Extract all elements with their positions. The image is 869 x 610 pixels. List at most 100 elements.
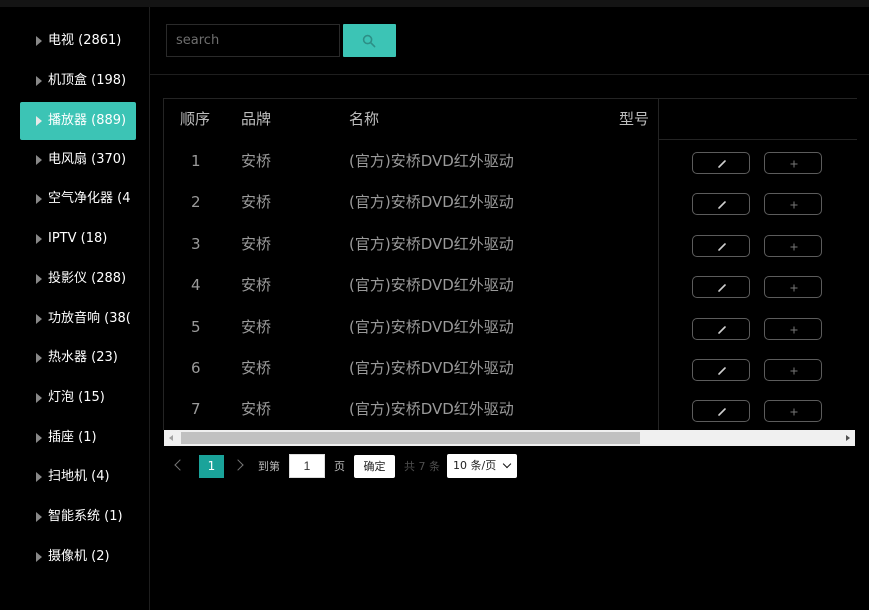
cell-name: (官方)安桥DVD红外驱动 [349, 234, 514, 253]
scrollbar-thumb[interactable] [181, 432, 640, 444]
sidebar-item[interactable]: 功放音响 (38( [20, 300, 136, 338]
sidebar-item-label: IPTV (18) [48, 231, 108, 246]
sidebar-item[interactable]: 灯泡 (15) [20, 379, 136, 417]
header-divider [150, 74, 869, 75]
edit-button[interactable] [692, 152, 750, 174]
sidebar-item-label: 摄像机 (2) [48, 549, 110, 564]
table-row[interactable]: 2 安桥 (官方)安桥DVD红外驱动 [164, 182, 857, 223]
cell-order: 6 [191, 359, 201, 377]
caret-right-icon [36, 433, 42, 443]
goto-page-input[interactable] [289, 454, 325, 478]
caret-right-icon [36, 552, 42, 562]
cell-brand: 安桥 [241, 317, 272, 336]
table-row[interactable]: 3 安桥 (官方)安桥DVD红外驱动 [164, 224, 857, 265]
scroll-right-arrow[interactable] [846, 435, 850, 441]
add-button[interactable] [764, 317, 822, 340]
sidebar-item[interactable]: 插座 (1) [20, 419, 136, 457]
cell-order: 1 [191, 152, 201, 170]
search-input[interactable] [166, 24, 340, 57]
table-row[interactable]: 7 安桥 (官方)安桥DVD红外驱动 [164, 389, 857, 430]
sidebar-item-label: 功放音响 (38( [48, 311, 131, 326]
caret-right-icon [36, 76, 42, 86]
sidebar-item[interactable]: 电视 (2861) [20, 22, 136, 60]
edit-button[interactable] [692, 400, 750, 423]
edit-button[interactable] [692, 276, 750, 299]
column-header-order[interactable]: 顺序 [180, 99, 210, 139]
cell-brand: 安桥 [241, 400, 272, 419]
column-header-brand[interactable]: 品牌 [241, 99, 271, 139]
edit-button[interactable] [692, 359, 750, 381]
sidebar-item-label: 灯泡 (15) [48, 390, 105, 405]
confirm-button[interactable]: 确定 [354, 455, 395, 478]
sidebar-item[interactable]: IPTV (18) [20, 220, 136, 258]
add-button[interactable] [764, 193, 822, 216]
edit-button[interactable] [692, 234, 750, 257]
edit-button[interactable] [692, 317, 750, 340]
cell-brand: 安桥 [241, 152, 272, 170]
add-button[interactable] [764, 276, 822, 299]
caret-right-icon [36, 116, 42, 126]
cell-order: 7 [191, 400, 201, 419]
cell-name: (官方)安桥DVD红外驱动 [349, 359, 514, 377]
column-header-model[interactable]: 型号 [619, 99, 649, 139]
sidebar-item-label: 机顶盒 (198) [48, 73, 127, 88]
horizontal-scrollbar[interactable] [164, 430, 855, 446]
scroll-left-arrow[interactable] [169, 435, 173, 441]
caret-right-icon [36, 393, 42, 403]
cell-name: (官方)安桥DVD红外驱动 [349, 400, 514, 419]
sidebar-item[interactable]: 热水器 (23) [20, 339, 136, 377]
caret-right-icon [36, 36, 42, 46]
cell-name: (官方)安桥DVD红外驱动 [349, 152, 514, 170]
caret-right-icon [36, 274, 42, 284]
header-divider-line [659, 139, 857, 140]
table-row[interactable]: 5 安桥 (官方)安桥DVD红外驱动 [164, 307, 857, 348]
cell-brand: 安桥 [241, 359, 272, 377]
cell-brand: 安桥 [241, 234, 272, 253]
sidebar-item[interactable]: 智能系统 (1) [20, 498, 136, 536]
page-number-current[interactable]: 1 [199, 455, 224, 478]
caret-right-icon [36, 155, 42, 165]
caret-right-icon [36, 512, 42, 522]
caret-right-icon [36, 314, 42, 324]
cell-order: 5 [191, 317, 201, 336]
cell-name: (官方)安桥DVD红外驱动 [349, 193, 514, 212]
page-size-select[interactable]: 10 条/页 [447, 454, 517, 478]
data-table: 顺序 品牌 名称 型号 1 安桥 (官方)安桥DVD红外驱动 2 安桥 (官方)安桥DVD… [163, 98, 857, 430]
table-row[interactable]: 4 安桥 (官方)安桥DVD红外驱动 [164, 265, 857, 306]
table-row[interactable]: 6 安桥 (官方)安桥DVD红外驱动 [164, 348, 857, 389]
add-button[interactable] [764, 234, 822, 257]
chevron-down-icon [502, 459, 512, 469]
pagination: 1 到第 页 确定 共 7 条 10 条/页 [0, 453, 869, 481]
sidebar-item[interactable]: 投影仪 (288) [20, 260, 136, 298]
table-row[interactable]: 1 安桥 (官方)安桥DVD红外驱动 [164, 141, 857, 182]
sidebar-item-label: 热水器 (23) [48, 350, 118, 365]
next-page-icon[interactable] [232, 459, 244, 471]
search-icon [362, 34, 376, 48]
add-button[interactable] [764, 152, 822, 174]
sidebar-item[interactable]: 摄像机 (2) [20, 538, 136, 576]
search-button[interactable] [343, 24, 396, 57]
sidebar-item-label: 投影仪 (288) [48, 271, 127, 286]
sidebar-item[interactable]: 空气净化器 (4 [20, 180, 136, 218]
caret-right-icon [36, 194, 42, 204]
prev-page-icon[interactable] [174, 459, 186, 471]
add-button[interactable] [764, 400, 822, 423]
page-size-value: 10 条/页 [453, 459, 497, 472]
sidebar-item[interactable]: 电风扇 (370) [20, 141, 136, 179]
goto-label: 到第 [258, 460, 280, 473]
page-unit-label: 页 [334, 460, 345, 473]
cell-order: 2 [191, 193, 201, 212]
cell-order: 3 [191, 234, 201, 253]
edit-button[interactable] [692, 193, 750, 216]
sidebar-item-label: 电视 (2861) [48, 33, 122, 48]
sidebar-item[interactable]: 播放器 (889) [20, 102, 136, 140]
sidebar-item-label: 空气净化器 (4 [48, 191, 131, 206]
top-bar [0, 0, 869, 7]
caret-right-icon [36, 353, 42, 363]
column-header-name[interactable]: 名称 [349, 99, 379, 139]
cell-name: (官方)安桥DVD红外驱动 [349, 276, 514, 295]
add-button[interactable] [764, 359, 822, 381]
cell-name: (官方)安桥DVD红外驱动 [349, 317, 514, 336]
total-count: 共 7 条 [404, 460, 440, 473]
sidebar-item[interactable]: 机顶盒 (198) [20, 62, 136, 100]
